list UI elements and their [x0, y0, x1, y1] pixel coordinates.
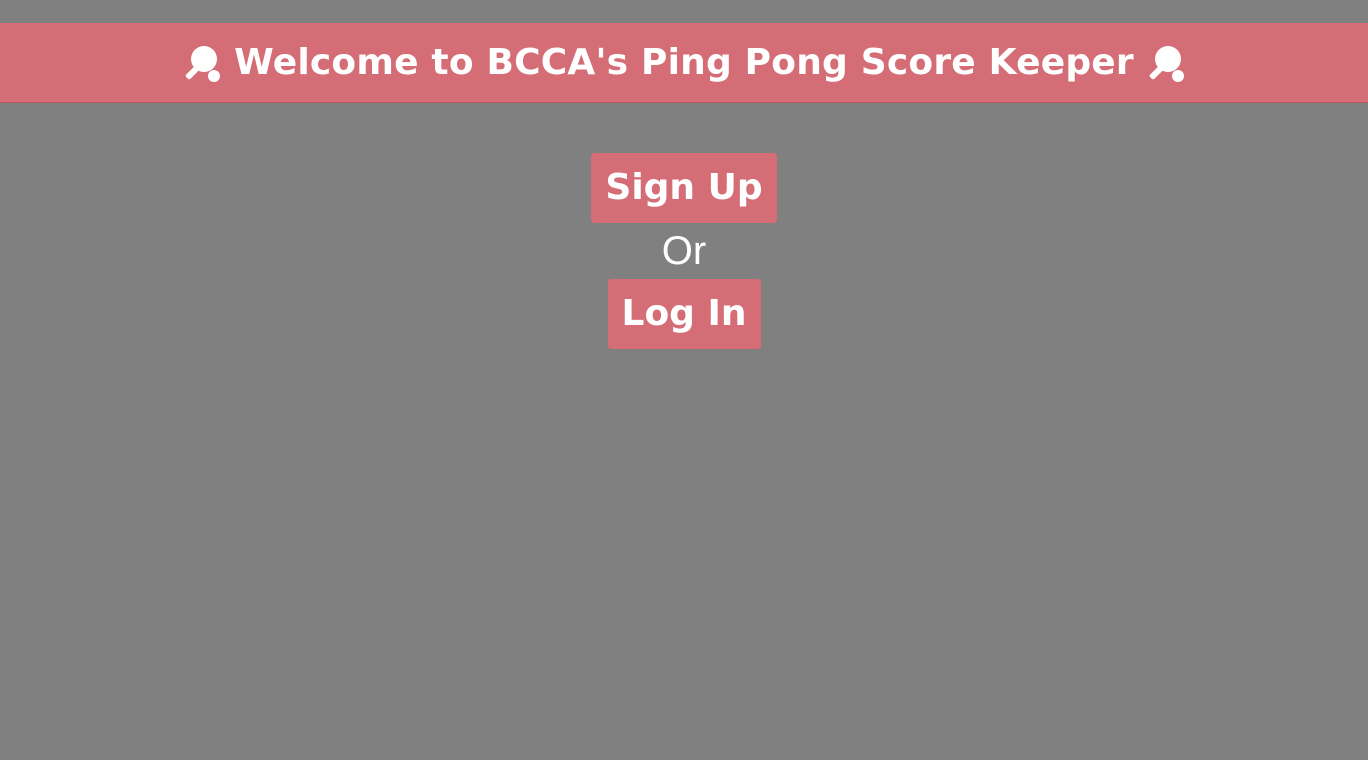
page-title: Welcome to BCCA's Ping Pong Score Keeper	[234, 42, 1134, 83]
ping-pong-icon	[1149, 45, 1184, 82]
ping-pong-icon	[185, 45, 221, 82]
sign-up-button[interactable]: Sign Up	[591, 153, 777, 223]
auth-panel: Sign Up Or Log In	[0, 153, 1368, 349]
header-bar: Welcome to BCCA's Ping Pong Score Keeper	[0, 23, 1368, 103]
log-in-button[interactable]: Log In	[607, 279, 761, 349]
or-separator: Or	[661, 229, 707, 273]
